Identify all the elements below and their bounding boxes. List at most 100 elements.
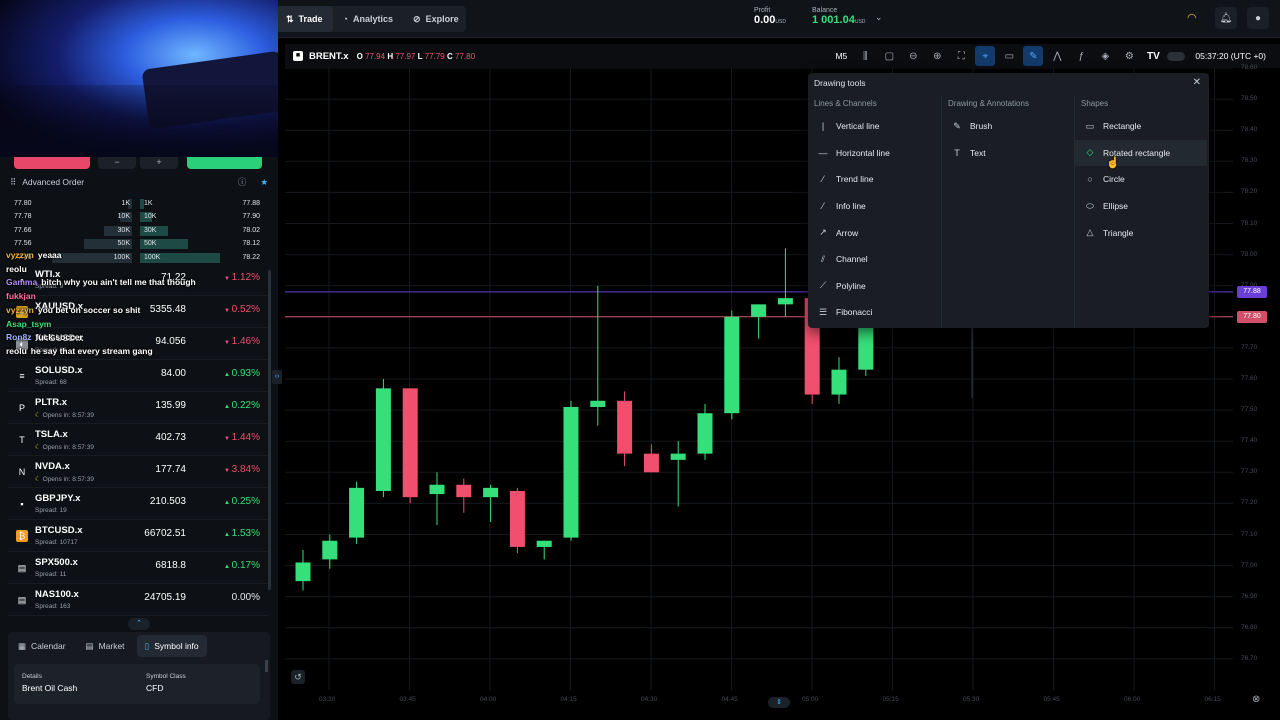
price-tick-label: 78.00 <box>1241 250 1258 258</box>
expand-bottom-handle[interactable]: ⇕ <box>768 697 790 708</box>
candle-type-icon[interactable]: ⫼ <box>855 46 875 66</box>
candle-body <box>483 487 499 498</box>
order-book-row[interactable]: 77.78 10K 10K 77.90 <box>10 211 262 223</box>
function-icon[interactable]: ƒ <box>1071 46 1091 66</box>
bid-side: 77.78 10K <box>14 212 132 222</box>
instrument-subtitle: Spread: 10717 <box>35 539 78 546</box>
instrument-list-scrollbar[interactable] <box>268 270 271 590</box>
time-tick-label: 04:45 <box>721 696 738 703</box>
ask-price-tag: 77.88 <box>1237 285 1267 298</box>
drawing-tools-column: Drawing & Annotations ✎ Brush T Text <box>941 95 1074 328</box>
timeframe-selector[interactable]: M5 <box>831 46 851 66</box>
info-line-icon: ⁄ <box>822 201 824 212</box>
tool-circle[interactable]: ○ Circle <box>1075 166 1207 193</box>
price-tick-label: 78.40 <box>1241 126 1258 134</box>
zoom-in-icon[interactable]: ⊕ <box>927 46 947 66</box>
tool-rotated-rectangle[interactable]: ◇ Rotated rectangle <box>1075 139 1207 167</box>
order-book-row[interactable]: 77.56 50K 50K 78.12 <box>10 238 262 250</box>
price-tick-label: 78.50 <box>1241 95 1258 103</box>
crosshair-icon[interactable]: ⌖ <box>975 46 996 66</box>
price-axis[interactable]: 78.6078.5078.4078.3078.2078.1078.0077.90… <box>1233 64 1280 690</box>
ruler-icon[interactable]: ▭ <box>999 46 1019 66</box>
instrument-row[interactable]: ≡ SOLUSD.x Spread: 68 84.00 ▲ 0.93% <box>8 360 268 392</box>
tab-calendar[interactable]: ▦ Calendar <box>10 635 74 657</box>
instrument-row[interactable]: N NVDA.x ☾ Opens in: 8:57:39 177.74 ▼ 3.… <box>8 456 268 488</box>
tool-trend-line[interactable]: ⁄ Trend line <box>808 166 941 193</box>
tool-polyline[interactable]: ⟋ Polyline <box>808 273 941 300</box>
info-icon[interactable]: ⓘ <box>238 176 247 188</box>
price-tick-label: 77.50 <box>1241 406 1258 414</box>
tab-market[interactable]: ▤ Market <box>78 635 133 657</box>
chart-symbol[interactable]: BRENT.x <box>309 51 349 62</box>
tool-rectangle[interactable]: ▭ Rectangle <box>1075 113 1207 140</box>
collapse-panel-handle[interactable]: ‹› <box>272 370 282 384</box>
price-tick-label: 77.30 <box>1241 468 1258 476</box>
time-tick-label: 05:15 <box>882 696 899 703</box>
drawing-tools-icon[interactable]: ✎ <box>1023 46 1044 66</box>
tab-analytics[interactable]: ◔ Analytics <box>333 6 403 32</box>
drawing-tools-panel: Drawing tools ✕ Lines & Channels | Verti… <box>808 73 1209 328</box>
reset-chart-icon[interactable]: ↺ <box>291 670 305 684</box>
tab-explore[interactable]: ⊘ Explore <box>403 6 469 32</box>
trade-icon: ⇅ <box>286 13 294 24</box>
candle-body <box>429 484 445 495</box>
order-book-row[interactable]: 77.80 1K 1K 77.88 <box>10 198 262 210</box>
tab-trade[interactable]: ⇅ Trade <box>276 6 333 32</box>
nvidia-icon: N <box>18 467 26 477</box>
candle-body <box>831 369 847 395</box>
tool-triangle[interactable]: △ Triangle <box>1075 219 1207 246</box>
instrument-subtitle: ☾ Opens in: 8:57:39 <box>35 444 94 451</box>
notifications-bell-icon[interactable]: 🔔︎ <box>1215 7 1237 29</box>
tool-channel[interactable]: ⫽ Channel <box>808 246 941 273</box>
fullscreen-icon[interactable]: ⛶ <box>951 46 971 66</box>
increase-volume-button[interactable]: + <box>140 157 178 169</box>
close-icon[interactable]: ✕ <box>1193 77 1201 88</box>
star-icon[interactable]: ★ <box>260 177 268 188</box>
chart-header: ■ BRENT.x O 77.94 H 77.97 L 77.79 C 77.8… <box>285 44 1280 68</box>
instrument-row[interactable]: P PLTR.x ☾ Opens in: 8:57:39 135.99 ▲ 0.… <box>8 392 268 424</box>
tool-brush[interactable]: ✎ Brush <box>942 113 1074 140</box>
resize-panel-handle[interactable]: ⌃ <box>128 618 150 630</box>
candle-body <box>563 406 579 538</box>
balance-display[interactable]: Balance 1 001.04USD <box>812 7 865 26</box>
layout-icon[interactable]: ▢ <box>879 46 899 66</box>
tab-symbol-info[interactable]: ▯ Symbol info <box>136 635 207 657</box>
balance-chevron-icon[interactable]: ⌄ <box>875 12 883 23</box>
user-profile-icon[interactable]: ● <box>1247 7 1269 29</box>
candle-body <box>590 400 606 407</box>
tool-info-line[interactable]: ⁄ Info line <box>808 193 941 220</box>
sell-button[interactable] <box>14 157 90 169</box>
decrease-volume-button[interactable]: − <box>98 157 136 169</box>
time-axis[interactable]: 03:30 03:45 04:00 04:15 04:30 04:45 05:00 05:15… <box>285 690 1233 710</box>
chat-message: reolu he say that every stream gang <box>6 346 153 356</box>
instrument-row[interactable]: ₿ BTCUSD.x Spread: 10717 66702.51 ▲ 1.53… <box>8 520 268 552</box>
tool-horizontal-line[interactable]: — Horizontal line <box>808 140 941 167</box>
tool-vertical-line[interactable]: | Vertical line <box>808 113 941 140</box>
tool-text[interactable]: T Text <box>942 140 1074 167</box>
layers-icon[interactable]: ◈ <box>1095 46 1115 66</box>
tool-fibonacci[interactable]: ☰ Fibonacci <box>808 299 941 326</box>
tool-ellipse[interactable]: ⬭ Ellipse <box>1075 193 1207 220</box>
price-tick-label: 78.60 <box>1241 64 1258 71</box>
candle-body <box>697 413 713 454</box>
chart-settings-icon[interactable]: ⊗ <box>1252 694 1260 705</box>
price-tick-label: 76.90 <box>1241 592 1258 600</box>
toggle-switch[interactable] <box>1167 51 1186 61</box>
order-book-row[interactable]: 77.66 30K 30K 78.02 <box>10 225 262 237</box>
candle-body <box>536 540 552 547</box>
instrument-row[interactable]: ▪ GBPJPY.x Spread: 19 210.503 ▲ 0.25% <box>8 488 268 520</box>
bottom-panel-scrollbar[interactable] <box>265 660 268 672</box>
instrument-row[interactable]: ▤ SPX500.x Spread: 11 6818.8 ▲ 0.17% <box>8 552 268 584</box>
tool-arrow[interactable]: ↗ Arrow <box>808 219 941 246</box>
instrument-row[interactable]: T TSLA.x ☾ Opens in: 8:57:39 402.73 ▼ 1.… <box>8 424 268 456</box>
indicators-icon[interactable]: ⋀ <box>1047 46 1067 66</box>
us-flag-icon: ▤ <box>17 595 27 605</box>
drawing-tools-column: Lines & Channels | Vertical line — Horiz… <box>808 95 941 328</box>
settings-gear-icon[interactable]: ⚙ <box>1119 46 1139 66</box>
ohlc-readout: O 77.94 H 77.97 L 77.79 C 77.80 <box>356 51 476 61</box>
instrument-row[interactable]: ▤ NAS100.x Spread: 163 24705.19 0.00% <box>8 584 268 616</box>
advanced-order-row[interactable]: ⠿ Advanced Order ⓘ ★ <box>10 172 268 192</box>
zoom-out-icon[interactable]: ⊖ <box>903 46 923 66</box>
chart-toolbar: M5 ⫼ ▢ ⊖ ⊕ ⛶ ⌖ ▭ ✎ ⋀ ƒ ◈ ⚙ TV 05:37:20 (… <box>831 46 1280 66</box>
buy-button[interactable] <box>187 157 262 169</box>
